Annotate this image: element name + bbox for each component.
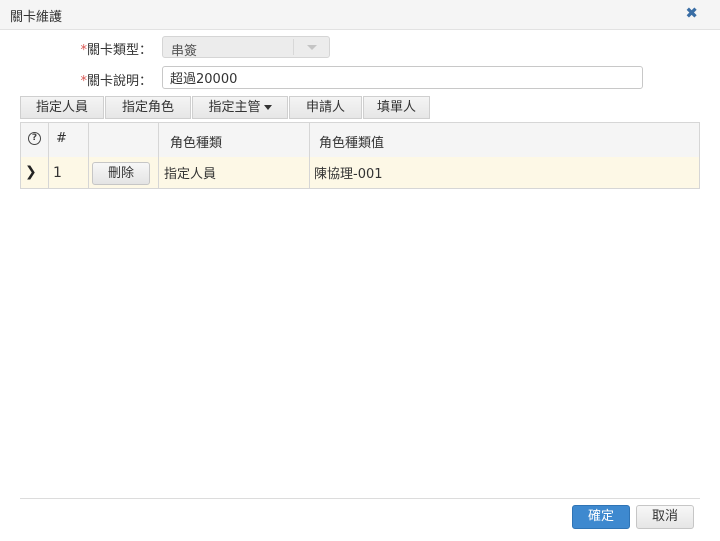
dialog-title: 關卡維護 xyxy=(10,10,63,25)
header-role-type-cell[interactable]: 角色種類 xyxy=(159,123,310,157)
type-select-value: 串簽 xyxy=(171,44,198,59)
desc-label: *關卡說明： xyxy=(80,74,152,89)
row-role-value: 陳協理-001 xyxy=(314,167,383,182)
table-row[interactable]: ❯ 1 刪除 指定人員 陳協理-001 xyxy=(21,157,699,188)
confirm-button[interactable]: 確定 xyxy=(572,505,630,529)
header-action-cell xyxy=(89,123,159,157)
row-role-value-cell[interactable]: 陳協理-001 xyxy=(310,157,699,188)
header-num-cell: # xyxy=(49,123,89,157)
delete-button[interactable]: 刪除 xyxy=(92,162,150,185)
row-role-type-cell[interactable]: 指定人員 xyxy=(159,157,310,188)
form-row-type: *關卡類型： 串簽 xyxy=(0,36,720,60)
chevron-down-icon xyxy=(307,45,317,50)
row-role-type: 指定人員 xyxy=(164,167,217,182)
form-filler-button[interactable]: 填單人 xyxy=(363,96,430,119)
type-select[interactable]: 串簽 xyxy=(162,36,330,59)
type-label: *關卡類型： xyxy=(80,43,152,58)
header-num: # xyxy=(56,131,67,146)
desc-input[interactable] xyxy=(162,66,643,89)
grid-header: ? # 角色種類 角色種類值 xyxy=(21,123,699,158)
row-action-cell: 刪除 xyxy=(89,157,159,188)
form-row-desc: *關卡說明： xyxy=(0,66,720,90)
select-divider xyxy=(293,39,294,55)
dialog-titlebar: 關卡維護 ✖ xyxy=(0,0,720,30)
help-icon[interactable]: ? xyxy=(28,132,41,145)
header-role-value: 角色種類值 xyxy=(319,136,385,151)
header-help-cell: ? xyxy=(21,123,49,157)
applicant-button[interactable]: 申請人 xyxy=(289,96,362,119)
header-role-value-cell[interactable]: 角色種類值 xyxy=(310,123,699,157)
assign-role-button[interactable]: 指定角色 xyxy=(105,96,191,119)
role-grid: ? # 角色種類 角色種類值 ❯ 1 刪除 指定人員 陳協理-001 xyxy=(20,122,700,189)
assign-manager-dropdown[interactable]: 指定主管 xyxy=(192,96,288,119)
caret-down-icon xyxy=(263,105,272,110)
row-num: 1 xyxy=(53,165,62,181)
close-icon[interactable]: ✖ xyxy=(685,4,698,22)
row-expander-cell[interactable]: ❯ xyxy=(21,157,49,188)
row-num-cell: 1 xyxy=(49,157,89,188)
header-role-type: 角色種類 xyxy=(170,136,223,151)
chevron-right-icon[interactable]: ❯ xyxy=(25,164,37,180)
assign-person-button[interactable]: 指定人員 xyxy=(20,96,104,119)
cancel-button[interactable]: 取消 xyxy=(636,505,694,529)
footer-divider xyxy=(20,498,700,499)
